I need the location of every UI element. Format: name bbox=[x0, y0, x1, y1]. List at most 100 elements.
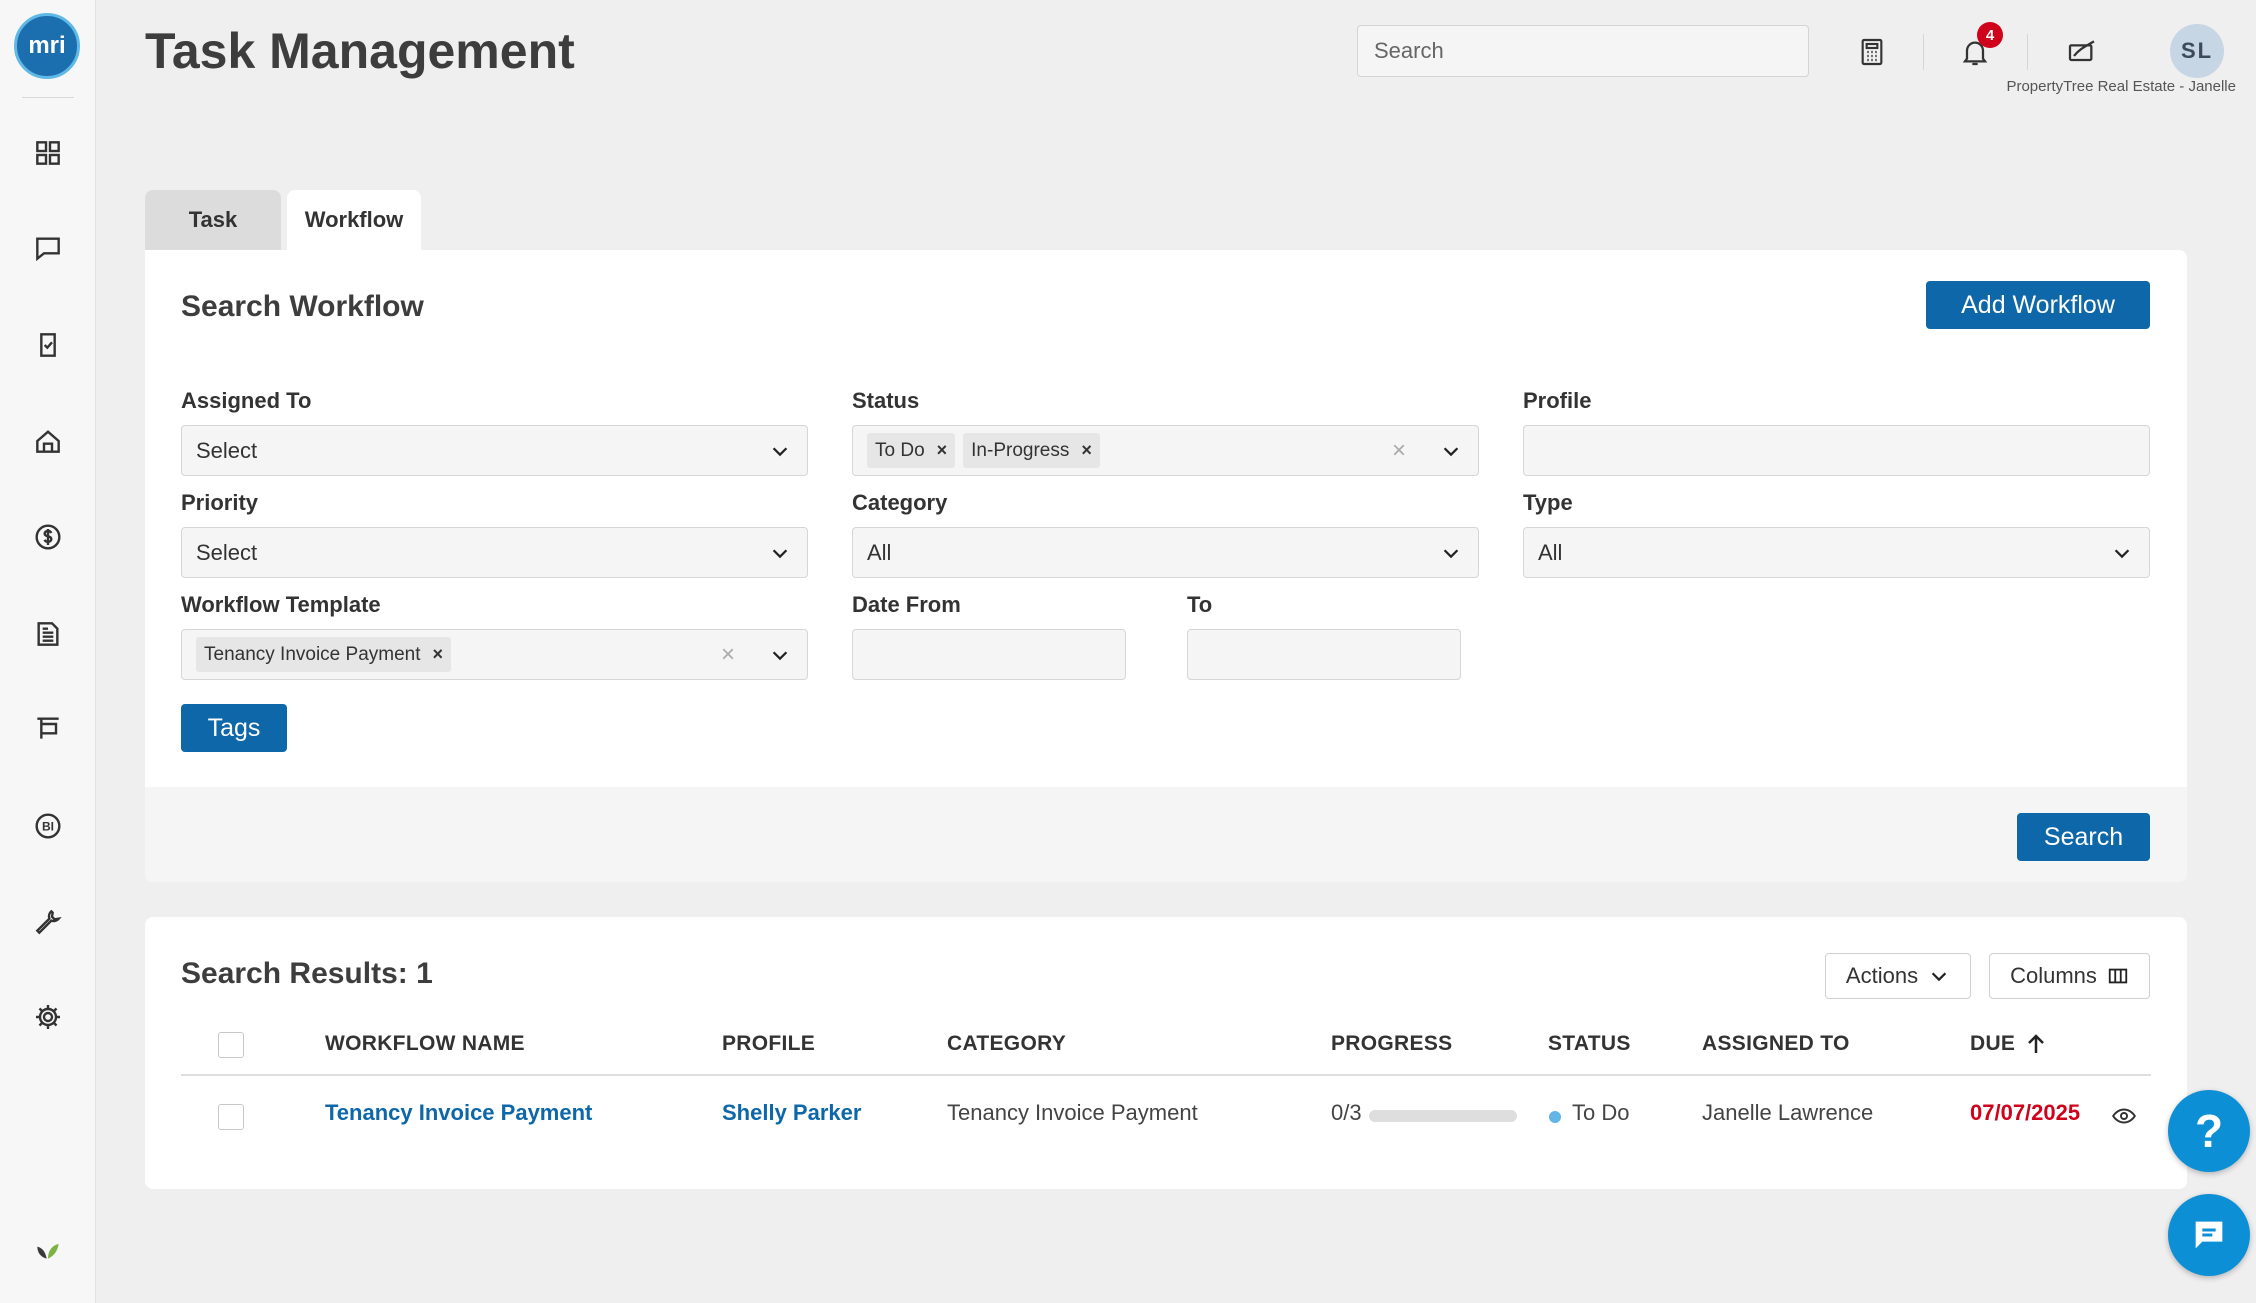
tab-task[interactable]: Task bbox=[145, 190, 281, 250]
add-workflow-button[interactable]: Add Workflow bbox=[1926, 281, 2150, 329]
status-chip-todo: To Do × bbox=[867, 433, 956, 468]
search-panel-footer: Search bbox=[145, 787, 2187, 882]
calculator-icon[interactable] bbox=[1850, 30, 1894, 74]
date-to-input[interactable] bbox=[1187, 629, 1461, 680]
category-value: All bbox=[867, 539, 892, 565]
wrench-icon[interactable] bbox=[28, 902, 68, 942]
chat-bubble-icon bbox=[2195, 1221, 2223, 1249]
reports-document-icon[interactable] bbox=[28, 614, 68, 654]
tab-workflow[interactable]: Workflow bbox=[287, 190, 421, 250]
assigned-to-cell: Janelle Lawrence bbox=[1702, 1100, 1874, 1125]
chat-button[interactable] bbox=[2168, 1194, 2250, 1276]
assigned-to-label: Assigned To bbox=[181, 388, 312, 413]
sign-board-icon[interactable] bbox=[28, 708, 68, 748]
logo-text: mri bbox=[28, 32, 66, 59]
chip-label: To Do bbox=[875, 439, 925, 461]
category-select[interactable]: All bbox=[852, 527, 1479, 578]
chat-icon[interactable] bbox=[28, 228, 68, 268]
date-from-input[interactable] bbox=[852, 629, 1126, 680]
progress-bar bbox=[1369, 1110, 1517, 1122]
category-label: Category bbox=[852, 490, 948, 515]
bi-icon[interactable]: BI bbox=[28, 806, 68, 846]
col-header-workflow-name[interactable]: WORKFLOW NAME bbox=[325, 1032, 525, 1056]
priority-select[interactable]: Select bbox=[181, 527, 808, 578]
chip-label: In-Progress bbox=[971, 439, 1070, 461]
remove-chip-icon[interactable]: × bbox=[433, 644, 444, 665]
help-question-icon: ? bbox=[2194, 1105, 2224, 1157]
row-checkbox[interactable] bbox=[218, 1104, 244, 1130]
header-divider bbox=[1923, 34, 1924, 70]
finance-dollar-icon[interactable] bbox=[28, 517, 68, 557]
svg-text:BI: BI bbox=[42, 820, 54, 834]
col-header-due[interactable]: DUE bbox=[1970, 1032, 2015, 1056]
status-multiselect[interactable]: To Do × In-Progress × × bbox=[852, 425, 1479, 476]
dashboard-icon[interactable] bbox=[28, 133, 68, 173]
chevron-down-icon bbox=[772, 549, 788, 559]
avatar[interactable]: SL bbox=[2170, 24, 2224, 78]
col-header-category[interactable]: CATEGORY bbox=[947, 1032, 1066, 1056]
workflow-template-multiselect[interactable]: Tenancy Invoice Payment × × bbox=[181, 629, 808, 680]
search-button[interactable]: Search bbox=[2017, 813, 2150, 861]
select-all-checkbox[interactable] bbox=[218, 1032, 244, 1058]
help-button[interactable]: ? bbox=[2168, 1090, 2250, 1172]
progress-text: 0/3 bbox=[1331, 1100, 1362, 1125]
view-eye-icon[interactable] bbox=[2111, 1103, 2137, 1129]
chevron-down-icon bbox=[772, 651, 788, 661]
priority-label: Priority bbox=[181, 490, 259, 515]
tags-button[interactable]: Tags bbox=[181, 704, 287, 752]
header-divider bbox=[2027, 34, 2028, 70]
sign-off-icon[interactable] bbox=[2060, 30, 2104, 74]
sidebar: mri BI bbox=[0, 0, 96, 1303]
columns-icon bbox=[2108, 968, 2128, 984]
property-icon[interactable] bbox=[28, 421, 68, 461]
col-header-status[interactable]: STATUS bbox=[1548, 1032, 1631, 1056]
profile-link[interactable]: Shelly Parker bbox=[722, 1100, 861, 1126]
profile-input[interactable] bbox=[1523, 425, 2150, 476]
workflow-template-label: Workflow Template bbox=[181, 592, 381, 617]
type-select[interactable]: All bbox=[1523, 527, 2150, 578]
assigned-to-value: Select bbox=[196, 437, 258, 463]
priority-value: Select bbox=[196, 539, 258, 565]
category-cell: Tenancy Invoice Payment bbox=[947, 1100, 1198, 1125]
actions-button[interactable]: Actions bbox=[1825, 953, 1971, 999]
org-user-label: PropertyTree Real Estate - Janelle bbox=[2006, 78, 2236, 95]
task-checklist-icon[interactable] bbox=[28, 325, 68, 365]
status-cell: To Do bbox=[1572, 1100, 1630, 1125]
workflow-name-link[interactable]: Tenancy Invoice Payment bbox=[325, 1100, 592, 1126]
due-date-cell: 07/07/2025 bbox=[1970, 1100, 2081, 1125]
search-results-panel: Search Results: 1 Actions Columns WORKFL… bbox=[145, 917, 2187, 1189]
table-header-divider bbox=[181, 1074, 2151, 1076]
remove-chip-icon[interactable]: × bbox=[937, 440, 948, 461]
notification-badge: 4 bbox=[1977, 22, 2003, 48]
settings-gear-icon[interactable] bbox=[28, 997, 68, 1037]
status-label: Status bbox=[852, 388, 920, 413]
clear-icon[interactable]: × bbox=[721, 641, 735, 669]
chevron-down-icon bbox=[2114, 549, 2130, 559]
remove-chip-icon[interactable]: × bbox=[1081, 440, 1092, 461]
chevron-down-icon bbox=[772, 447, 788, 457]
search-workflow-title: Search Workflow bbox=[181, 290, 424, 323]
status-chip-inprogress: In-Progress × bbox=[963, 433, 1100, 468]
columns-button[interactable]: Columns bbox=[1989, 953, 2150, 999]
status-dot bbox=[1549, 1111, 1561, 1123]
chip-label: Tenancy Invoice Payment bbox=[204, 643, 421, 665]
template-chip: Tenancy Invoice Payment × bbox=[196, 637, 452, 672]
profile-label: Profile bbox=[1523, 388, 1592, 413]
clear-icon[interactable]: × bbox=[1392, 437, 1406, 465]
col-header-profile[interactable]: PROFILE bbox=[722, 1032, 815, 1056]
sort-ascending-icon[interactable] bbox=[2024, 1031, 2048, 1057]
search-results-title: Search Results: 1 bbox=[181, 957, 433, 990]
col-header-progress[interactable]: PROGRESS bbox=[1331, 1032, 1452, 1056]
chevron-down-icon bbox=[1931, 972, 1947, 982]
leaf-icon bbox=[28, 1228, 68, 1268]
columns-label: Columns bbox=[2010, 963, 2097, 988]
chevron-down-icon bbox=[1443, 447, 1459, 457]
col-header-assigned-to[interactable]: ASSIGNED TO bbox=[1702, 1032, 1850, 1056]
assigned-to-select[interactable]: Select bbox=[181, 425, 808, 476]
global-search-input[interactable] bbox=[1357, 25, 1809, 77]
type-label: Type bbox=[1523, 490, 1573, 515]
type-value: All bbox=[1538, 539, 1563, 565]
actions-label: Actions bbox=[1845, 963, 1919, 988]
chevron-down-icon bbox=[1443, 549, 1459, 559]
mri-logo[interactable]: mri bbox=[14, 13, 80, 79]
